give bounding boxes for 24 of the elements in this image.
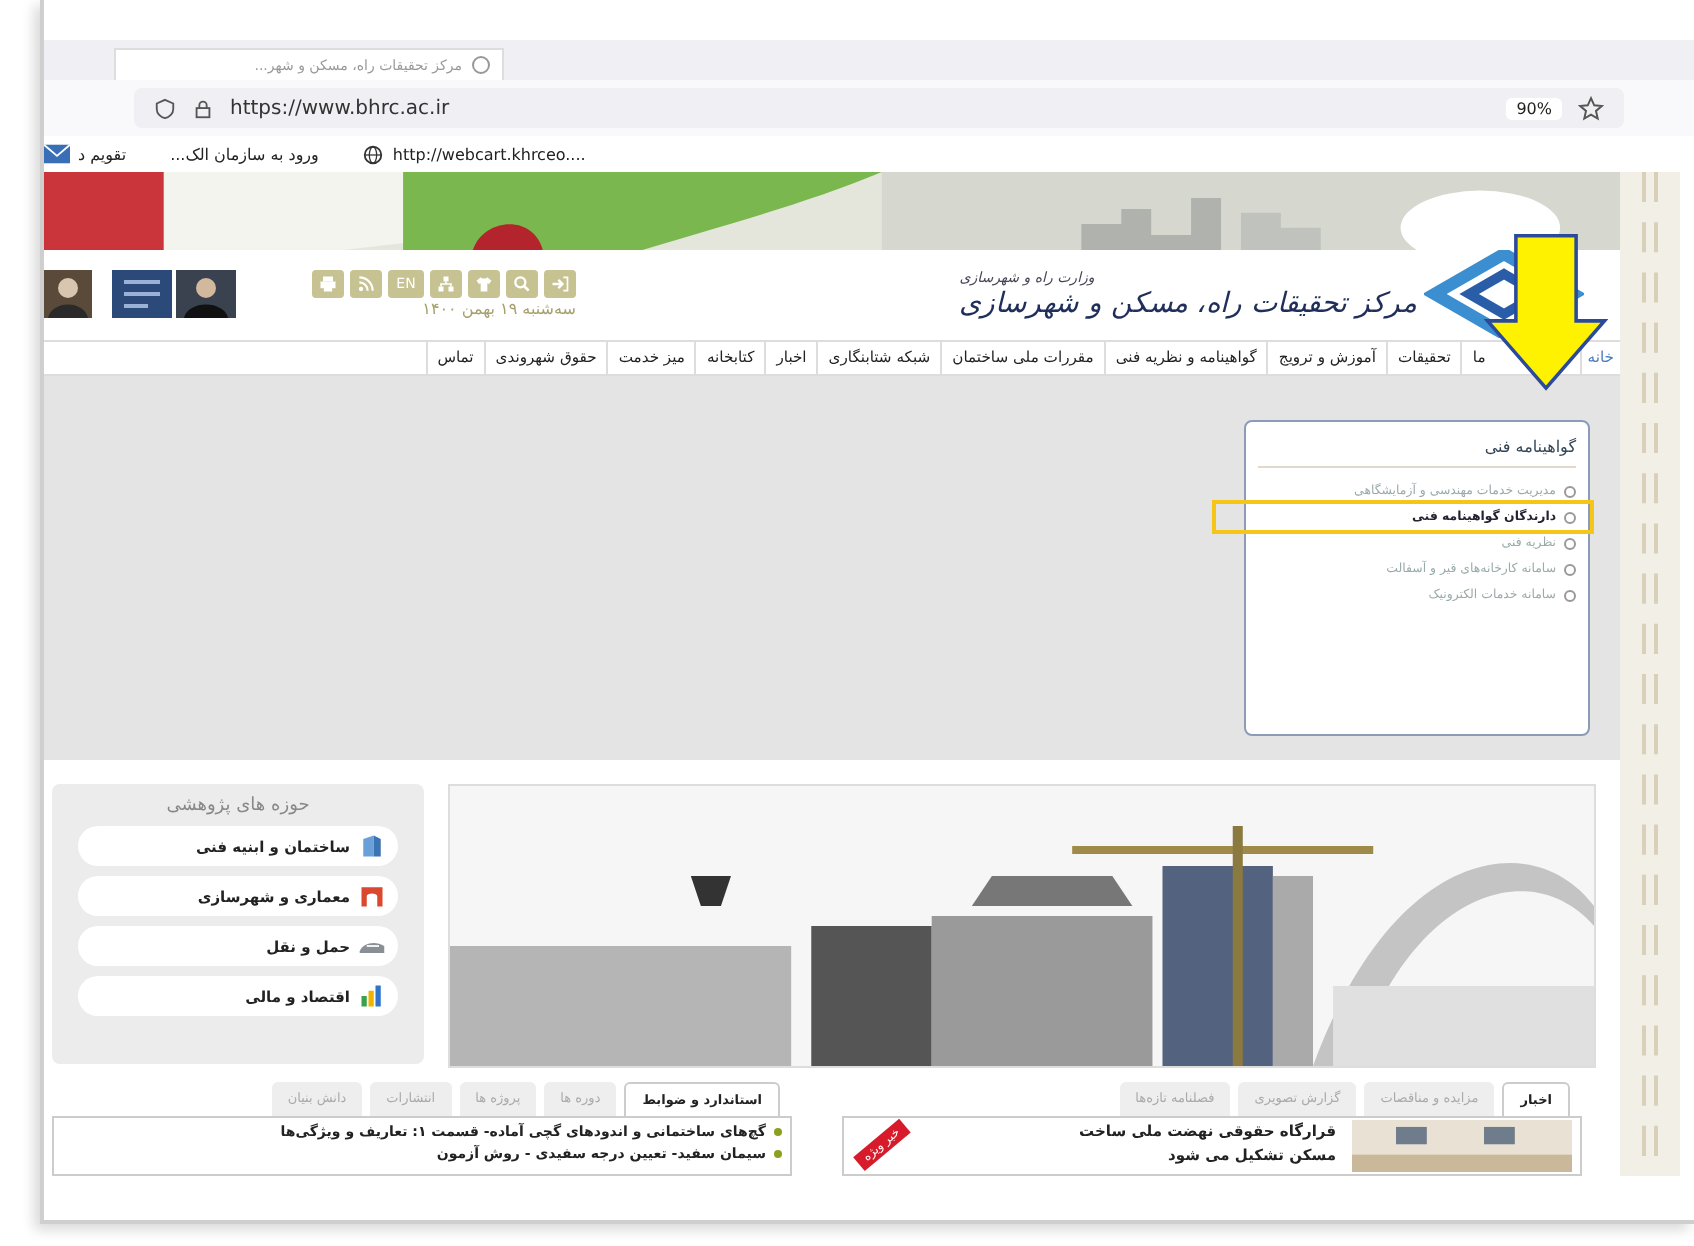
search-icon[interactable] — [506, 270, 538, 299]
site-title: مرکز تحقیقات راه، مسکن و شهرسازی — [959, 286, 1416, 320]
menu-heading: گواهینامه فنی — [1258, 438, 1576, 469]
date-text: سه‌شنبه ۱۹ بهمن ۱۴۰۰ — [420, 300, 576, 319]
bookmark[interactable]: http://webcart.khrceo.... — [362, 143, 586, 165]
panel-heading: حوزه های پژوهشی — [166, 796, 310, 816]
globe-icon — [362, 143, 385, 165]
sitemap-icon[interactable] — [430, 270, 462, 299]
arch-icon — [358, 882, 386, 910]
lock-icon — [192, 97, 214, 119]
print-icon[interactable] — [312, 270, 344, 299]
building-icon — [358, 832, 386, 860]
shield-icon — [154, 97, 176, 119]
zoom-badge[interactable]: 90% — [1506, 97, 1562, 119]
mail-icon — [44, 144, 70, 164]
bookmark[interactable]: تقویم د — [44, 144, 127, 164]
star-icon[interactable] — [1578, 95, 1604, 121]
shirt-icon[interactable] — [468, 270, 500, 299]
rss-icon[interactable] — [350, 270, 382, 299]
login-icon[interactable] — [544, 270, 576, 299]
url-text: https://www.bhrc.ac.ir — [230, 97, 450, 119]
bookmark[interactable]: ورود به سازمان الک... — [170, 145, 319, 163]
bar-chart-icon — [358, 982, 386, 1010]
address-bar[interactable]: https://www.bhrc.ac.ir 90% — [134, 88, 1624, 128]
